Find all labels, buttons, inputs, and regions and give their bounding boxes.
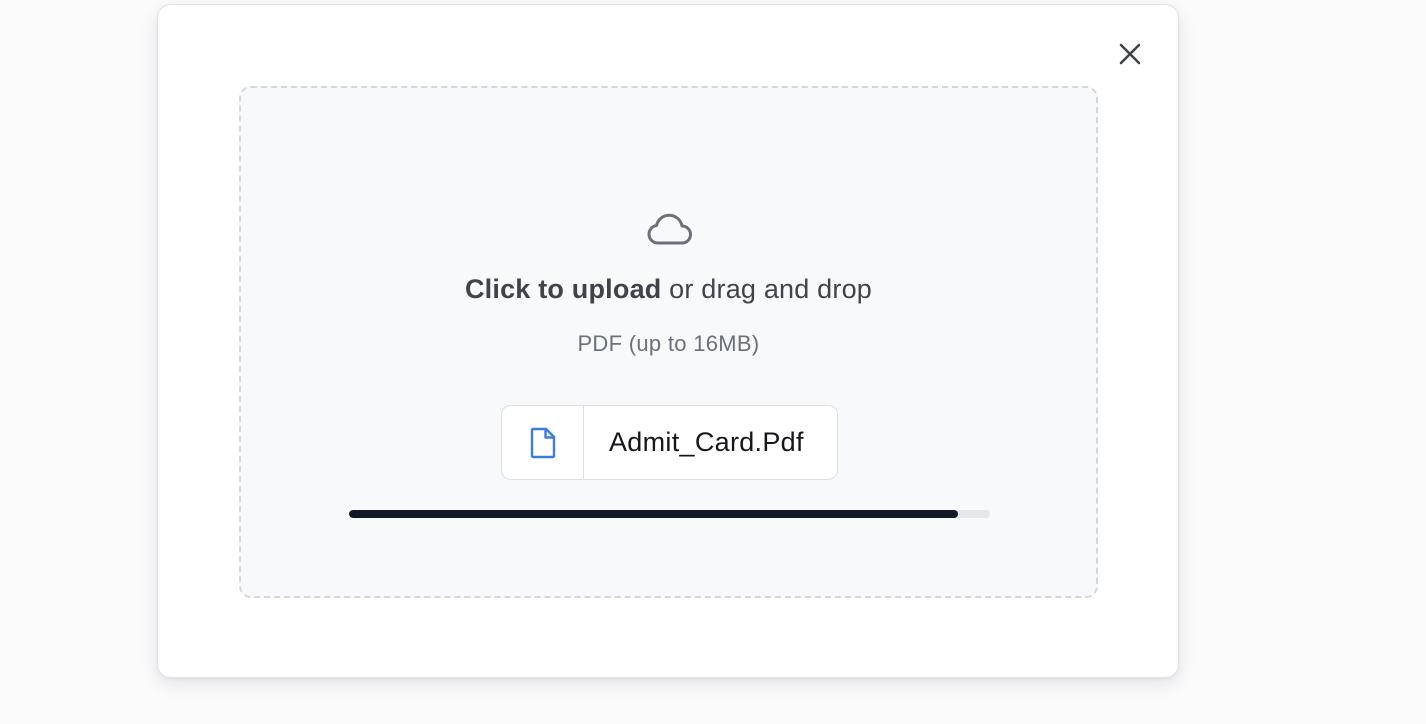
upload-dialog: Click to upload or drag and drop PDF (up… [157, 4, 1179, 678]
drag-drop-text: or drag and drop [661, 274, 873, 304]
upload-progress-fill [349, 510, 958, 518]
upload-progress-bar [349, 510, 990, 518]
cloud-icon [647, 213, 692, 245]
close-icon [1119, 43, 1141, 65]
file-icon-container [502, 406, 584, 479]
file-name: Admit_Card.Pdf [609, 427, 804, 457]
file-dropzone[interactable]: Click to upload or drag and drop PDF (up… [239, 86, 1098, 598]
selected-file-chip[interactable]: Admit_Card.Pdf [501, 405, 838, 480]
close-button[interactable] [1113, 37, 1147, 71]
upload-instructions: Click to upload or drag and drop [241, 274, 1096, 305]
click-to-upload-link[interactable]: Click to upload [465, 274, 662, 304]
file-type-hint: PDF (up to 16MB) [577, 331, 760, 356]
file-icon [530, 427, 555, 458]
